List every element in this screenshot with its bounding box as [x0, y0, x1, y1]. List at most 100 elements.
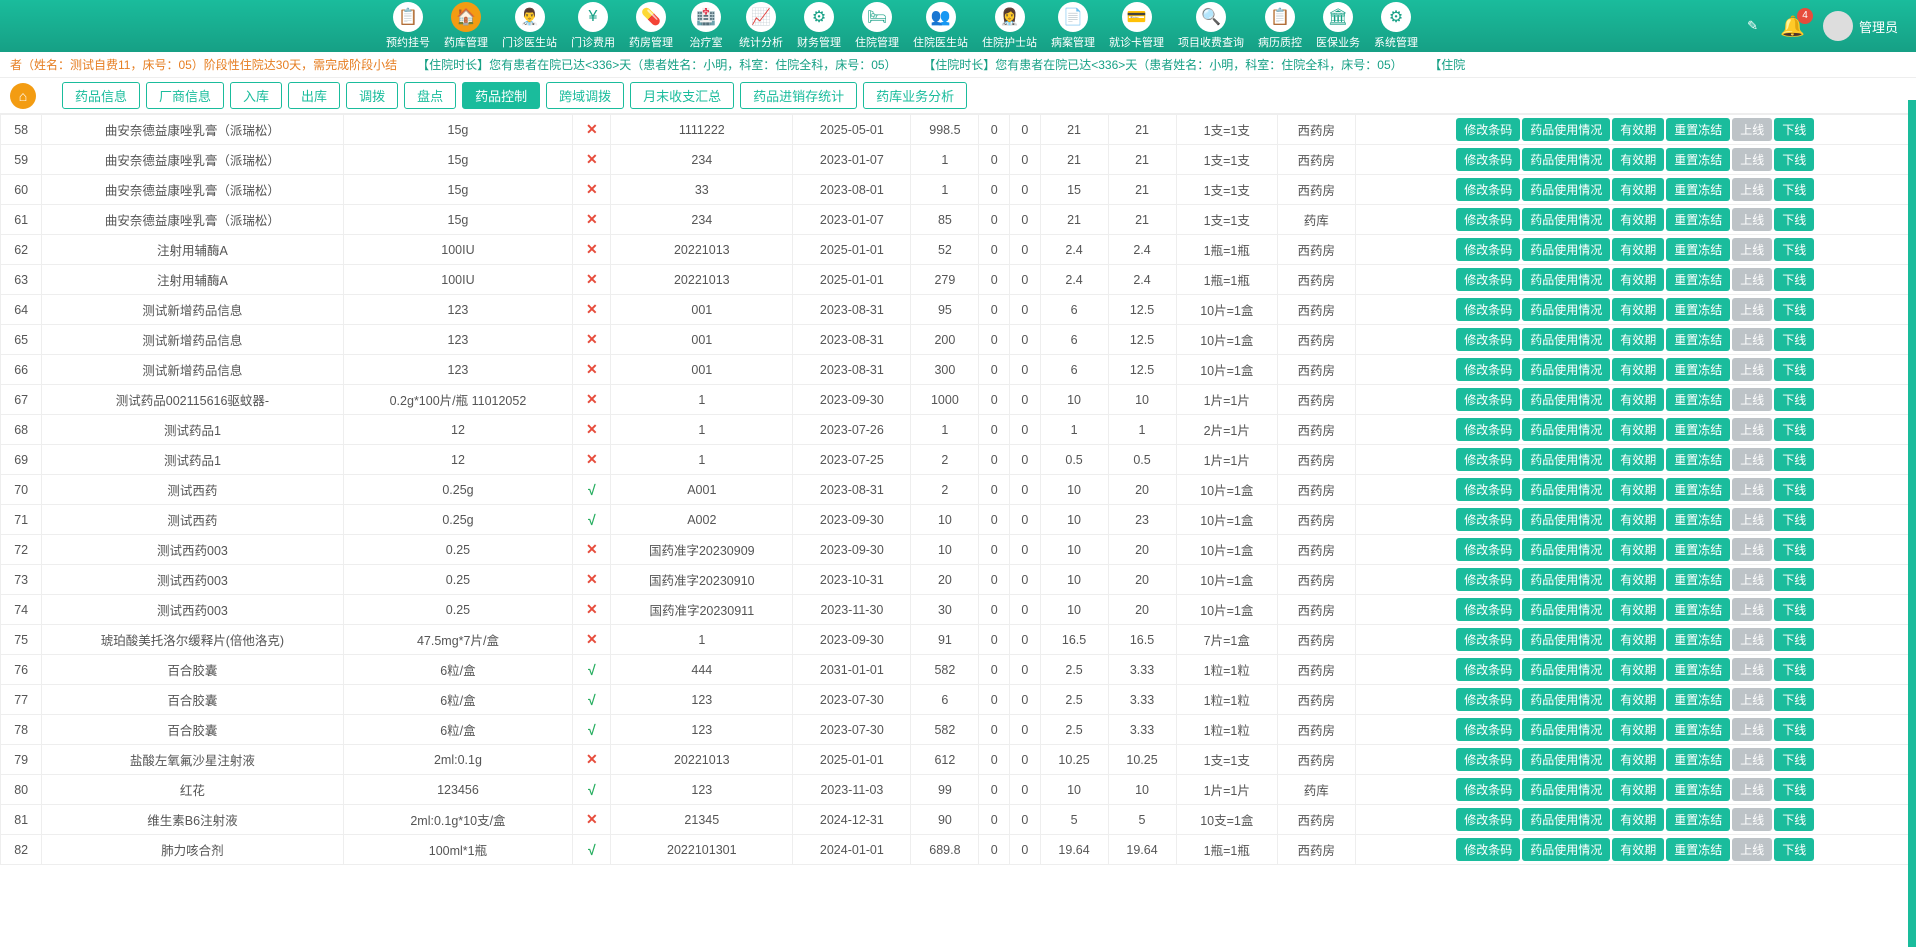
btn-expiry[interactable]: 有效期	[1612, 418, 1664, 441]
btn-reset-freeze[interactable]: 重置冻结	[1666, 268, 1730, 291]
tab-跨域调拨[interactable]: 跨域调拨	[546, 82, 624, 109]
btn-expiry[interactable]: 有效期	[1612, 748, 1664, 771]
btn-online[interactable]: 上线	[1732, 718, 1772, 741]
scrollbar[interactable]	[1908, 100, 1916, 947]
btn-offline[interactable]: 下线	[1774, 148, 1814, 171]
btn-online[interactable]: 上线	[1732, 328, 1772, 351]
btn-usage[interactable]: 药品使用情况	[1522, 658, 1610, 681]
btn-offline[interactable]: 下线	[1774, 238, 1814, 261]
tab-入库[interactable]: 入库	[230, 82, 282, 109]
btn-expiry[interactable]: 有效期	[1612, 478, 1664, 501]
nav-预约挂号[interactable]: 📋预约挂号	[380, 0, 436, 52]
home-icon[interactable]: ⌂	[10, 83, 36, 109]
btn-edit-barcode[interactable]: 修改条码	[1456, 388, 1520, 411]
btn-expiry[interactable]: 有效期	[1612, 238, 1664, 261]
btn-usage[interactable]: 药品使用情况	[1522, 328, 1610, 351]
table-wrap[interactable]: 58曲安奈德益康唑乳膏（派瑞松）15g✕11112222025-05-01998…	[0, 114, 1916, 951]
btn-online[interactable]: 上线	[1732, 208, 1772, 231]
tab-厂商信息[interactable]: 厂商信息	[146, 82, 224, 109]
btn-online[interactable]: 上线	[1732, 598, 1772, 621]
btn-reset-freeze[interactable]: 重置冻结	[1666, 718, 1730, 741]
btn-expiry[interactable]: 有效期	[1612, 508, 1664, 531]
btn-expiry[interactable]: 有效期	[1612, 718, 1664, 741]
btn-edit-barcode[interactable]: 修改条码	[1456, 208, 1520, 231]
btn-usage[interactable]: 药品使用情况	[1522, 268, 1610, 291]
btn-usage[interactable]: 药品使用情况	[1522, 718, 1610, 741]
btn-edit-barcode[interactable]: 修改条码	[1456, 358, 1520, 381]
btn-offline[interactable]: 下线	[1774, 838, 1814, 861]
btn-offline[interactable]: 下线	[1774, 808, 1814, 831]
btn-online[interactable]: 上线	[1732, 298, 1772, 321]
btn-reset-freeze[interactable]: 重置冻结	[1666, 478, 1730, 501]
btn-expiry[interactable]: 有效期	[1612, 298, 1664, 321]
nav-药房管理[interactable]: 💊药房管理	[623, 0, 679, 52]
btn-offline[interactable]: 下线	[1774, 418, 1814, 441]
btn-offline[interactable]: 下线	[1774, 118, 1814, 141]
btn-offline[interactable]: 下线	[1774, 568, 1814, 591]
btn-reset-freeze[interactable]: 重置冻结	[1666, 148, 1730, 171]
btn-usage[interactable]: 药品使用情况	[1522, 748, 1610, 771]
btn-usage[interactable]: 药品使用情况	[1522, 688, 1610, 711]
btn-edit-barcode[interactable]: 修改条码	[1456, 268, 1520, 291]
btn-offline[interactable]: 下线	[1774, 298, 1814, 321]
tab-药库业务分析[interactable]: 药库业务分析	[863, 82, 967, 109]
btn-usage[interactable]: 药品使用情况	[1522, 238, 1610, 261]
btn-usage[interactable]: 药品使用情况	[1522, 118, 1610, 141]
btn-reset-freeze[interactable]: 重置冻结	[1666, 118, 1730, 141]
nav-住院医生站[interactable]: 👥住院医生站	[907, 0, 974, 52]
btn-usage[interactable]: 药品使用情况	[1522, 178, 1610, 201]
btn-expiry[interactable]: 有效期	[1612, 838, 1664, 861]
btn-expiry[interactable]: 有效期	[1612, 778, 1664, 801]
nav-治疗室[interactable]: 🏥治疗室	[681, 0, 731, 52]
tab-药品进销存统计[interactable]: 药品进销存统计	[740, 82, 857, 109]
btn-expiry[interactable]: 有效期	[1612, 358, 1664, 381]
btn-expiry[interactable]: 有效期	[1612, 268, 1664, 291]
btn-offline[interactable]: 下线	[1774, 628, 1814, 651]
nav-项目收费查询[interactable]: 🔍项目收费查询	[1172, 0, 1250, 52]
btn-online[interactable]: 上线	[1732, 418, 1772, 441]
btn-usage[interactable]: 药品使用情况	[1522, 208, 1610, 231]
btn-offline[interactable]: 下线	[1774, 658, 1814, 681]
btn-online[interactable]: 上线	[1732, 118, 1772, 141]
nav-门诊费用[interactable]: ¥门诊费用	[565, 0, 621, 52]
btn-edit-barcode[interactable]: 修改条码	[1456, 538, 1520, 561]
nav-病案管理[interactable]: 📄病案管理	[1045, 0, 1101, 52]
nav-住院护士站[interactable]: 👩‍⚕️住院护士站	[976, 0, 1043, 52]
btn-reset-freeze[interactable]: 重置冻结	[1666, 778, 1730, 801]
tab-调拨[interactable]: 调拨	[346, 82, 398, 109]
btn-edit-barcode[interactable]: 修改条码	[1456, 508, 1520, 531]
btn-edit-barcode[interactable]: 修改条码	[1456, 448, 1520, 471]
btn-usage[interactable]: 药品使用情况	[1522, 628, 1610, 651]
btn-online[interactable]: 上线	[1732, 808, 1772, 831]
btn-reset-freeze[interactable]: 重置冻结	[1666, 688, 1730, 711]
btn-online[interactable]: 上线	[1732, 778, 1772, 801]
btn-reset-freeze[interactable]: 重置冻结	[1666, 178, 1730, 201]
btn-online[interactable]: 上线	[1732, 358, 1772, 381]
btn-expiry[interactable]: 有效期	[1612, 658, 1664, 681]
btn-edit-barcode[interactable]: 修改条码	[1456, 658, 1520, 681]
btn-offline[interactable]: 下线	[1774, 358, 1814, 381]
btn-reset-freeze[interactable]: 重置冻结	[1666, 808, 1730, 831]
btn-offline[interactable]: 下线	[1774, 748, 1814, 771]
btn-edit-barcode[interactable]: 修改条码	[1456, 298, 1520, 321]
nav-医保业务[interactable]: 🏛医保业务	[1310, 0, 1366, 52]
btn-offline[interactable]: 下线	[1774, 688, 1814, 711]
btn-reset-freeze[interactable]: 重置冻结	[1666, 208, 1730, 231]
btn-edit-barcode[interactable]: 修改条码	[1456, 718, 1520, 741]
btn-edit-barcode[interactable]: 修改条码	[1456, 568, 1520, 591]
btn-expiry[interactable]: 有效期	[1612, 688, 1664, 711]
tab-盘点[interactable]: 盘点	[404, 82, 456, 109]
btn-usage[interactable]: 药品使用情况	[1522, 478, 1610, 501]
btn-usage[interactable]: 药品使用情况	[1522, 448, 1610, 471]
btn-reset-freeze[interactable]: 重置冻结	[1666, 628, 1730, 651]
btn-usage[interactable]: 药品使用情况	[1522, 388, 1610, 411]
nav-病历质控[interactable]: 📋病历质控	[1252, 0, 1308, 52]
btn-usage[interactable]: 药品使用情况	[1522, 538, 1610, 561]
nav-就诊卡管理[interactable]: 💳就诊卡管理	[1103, 0, 1170, 52]
btn-edit-barcode[interactable]: 修改条码	[1456, 838, 1520, 861]
btn-edit-barcode[interactable]: 修改条码	[1456, 118, 1520, 141]
btn-edit-barcode[interactable]: 修改条码	[1456, 328, 1520, 351]
btn-online[interactable]: 上线	[1732, 538, 1772, 561]
btn-edit-barcode[interactable]: 修改条码	[1456, 688, 1520, 711]
btn-reset-freeze[interactable]: 重置冻结	[1666, 658, 1730, 681]
